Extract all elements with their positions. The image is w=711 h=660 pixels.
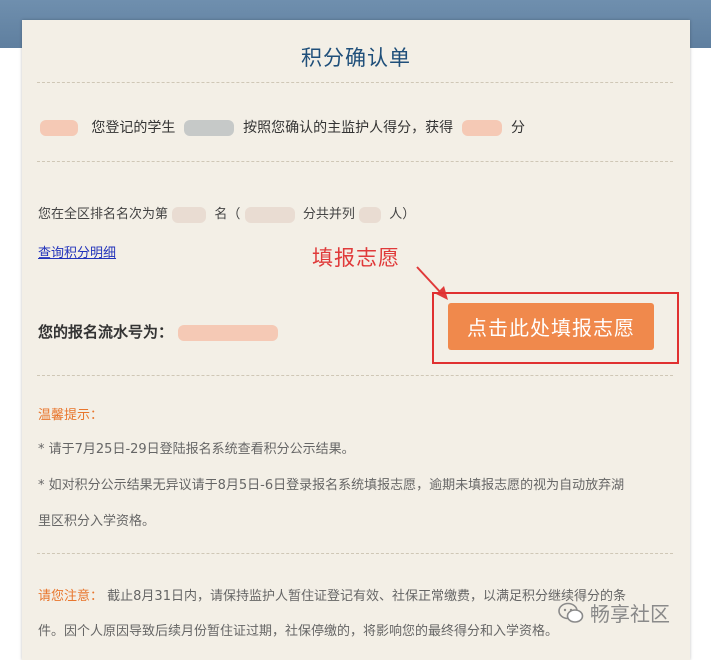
fill-application-button[interactable]: 点击此处填报志愿	[448, 303, 654, 350]
tips-heading: 温馨提示：	[38, 408, 104, 423]
divider	[37, 161, 673, 162]
ranking-line: 您在全区排名名次为第 名（ 分共并列 人）	[38, 203, 415, 223]
ranking-text-4: 人）	[389, 207, 416, 222]
tip-line-1: * 请于7月25日-29日登陆报名系统查看积分公示结果。	[38, 442, 355, 457]
registration-label: 您的报名流水号为：	[38, 323, 174, 341]
divider	[37, 553, 673, 554]
summary-text-2: 按照您确认的主监护人得分，获得	[243, 120, 454, 136]
tip-line-2-cont: 里区积分入学资格。	[38, 514, 156, 529]
ranking-text-2: 名（	[214, 207, 241, 222]
points-confirmation-card: 积分确认单 您登记的学生 按照您确认的主监护人得分，获得 分 您在全区排名名次为…	[22, 20, 690, 660]
summary-line: 您登记的学生 按照您确认的主监护人得分，获得 分	[40, 117, 525, 137]
page-title: 积分确认单	[301, 46, 411, 70]
redacted-rank	[172, 206, 207, 223]
notice-text-1: 截止8月31日内，请保持监护人暂住证登记有效、社保正常缴费，以满足积分继续得分的…	[107, 589, 626, 604]
wechat-icon	[558, 602, 584, 623]
divider	[37, 82, 673, 83]
redacted-student-name	[184, 120, 235, 136]
redacted-score	[462, 120, 503, 136]
annotation-label: 填报志愿	[312, 246, 400, 270]
watermark: 畅享社区	[558, 598, 670, 627]
ranking-text-3: 分共并列	[302, 207, 355, 222]
redacted-tie-count	[359, 206, 381, 223]
query-points-detail-link[interactable]: 查询积分明细	[38, 242, 116, 261]
registration-line: 您的报名流水号为：	[38, 321, 279, 342]
summary-text-1: 您登记的学生	[91, 120, 176, 136]
redacted-points	[244, 206, 295, 223]
watermark-text: 畅享社区	[590, 602, 670, 626]
notice-line-2: 件。因个人原因导致后续月份暂住证过期，社保停缴的，将影响您的最终得分和入学资格。	[38, 624, 559, 639]
divider	[37, 375, 673, 376]
ranking-text-1: 您在全区排名名次为第	[38, 207, 169, 222]
summary-text-3: 分	[510, 120, 525, 136]
redacted-guardian-name	[40, 120, 78, 136]
tip-line-2: * 如对积分公示结果无异议请于8月5日-6日登录报名系统填报志愿，逾期未填报志愿…	[38, 478, 625, 493]
notice-line-1: 请您注意： 截止8月31日内，请保持监护人暂住证登记有效、社保正常缴费，以满足积…	[38, 585, 626, 604]
redacted-registration-number	[178, 324, 279, 341]
notice-heading: 请您注意：	[38, 589, 104, 604]
